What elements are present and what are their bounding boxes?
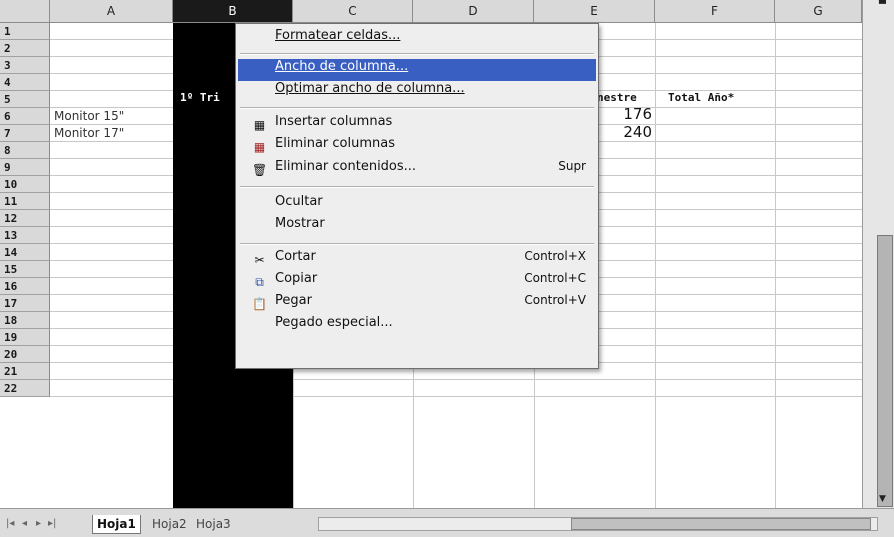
menu-item-insertar-columnas[interactable]: ▦ Insertar columnas (238, 114, 596, 136)
menu-item-label: Ancho de columna... (275, 59, 409, 74)
insert-columns-icon: ▦ (253, 118, 266, 132)
row-header[interactable]: 18 (0, 312, 50, 329)
column-header-a[interactable]: A (50, 0, 173, 23)
cell-e5[interactable]: 240 (600, 124, 652, 141)
row-header[interactable]: 5 (0, 91, 50, 108)
cell-e4[interactable]: 176 (600, 106, 652, 123)
menu-item-shortcut: Control+C (524, 271, 586, 285)
menu-item-label: Ocultar (275, 194, 323, 209)
copy-icon: ⧉ (255, 275, 264, 289)
row-header[interactable]: 13 (0, 227, 50, 244)
trash-icon: 🗑 (252, 163, 268, 177)
sheet-tab-hoja3[interactable]: Hoja3 (192, 515, 235, 533)
column-header-e[interactable]: E (534, 0, 655, 23)
column-header-f[interactable]: F (655, 0, 775, 23)
spreadsheet[interactable]: A B C D E F G 1 2 3 4 5 6 7 8 9 10 11 12 13 14 15 16 17 1… (0, 0, 894, 537)
menu-item-label: Mostrar (275, 216, 325, 231)
horizontal-scrollbar[interactable] (318, 517, 878, 531)
row-header[interactable]: 15 (0, 261, 50, 278)
row-header[interactable]: 3 (0, 57, 50, 74)
cell-a5[interactable]: Monitor 17" (54, 125, 172, 142)
last-sheet-icon[interactable]: ▸| (48, 518, 58, 530)
menu-item-formatear-celdas[interactable]: Formatear celdas... (238, 28, 596, 50)
menu-item-shortcut: Control+X (524, 249, 586, 263)
row-header[interactable]: 9 (0, 159, 50, 176)
horizontal-scroll-thumb[interactable] (571, 518, 871, 530)
row-header[interactable]: 14 (0, 244, 50, 261)
column-header-c[interactable]: C (293, 0, 413, 23)
sheet-tab-hoja2[interactable]: Hoja2 (148, 515, 191, 533)
row-header[interactable]: 4 (0, 74, 50, 91)
cell-a4[interactable]: Monitor 15" (54, 108, 172, 125)
menu-item-shortcut: Supr (558, 159, 586, 173)
delete-columns-icon: ▦ (253, 140, 266, 154)
column-header-g[interactable]: G (775, 0, 862, 23)
cell-b3[interactable]: 1º Tri (180, 91, 240, 108)
paste-icon: 📋 (252, 297, 267, 311)
row-header[interactable]: 16 (0, 278, 50, 295)
row-header[interactable]: 6 (0, 108, 50, 125)
menu-item-label: Copiar (275, 271, 318, 286)
menu-item-label: Eliminar columnas (275, 136, 395, 151)
column-context-menu: Formatear celdas... Ancho de columna... … (235, 23, 599, 369)
cell-f3[interactable]: Total Año* (668, 91, 768, 108)
sheet-tab-bar: |◂ ◂ ▸ ▸| Hoja1 Hoja2 Hoja3 (0, 508, 894, 537)
prev-sheet-icon[interactable]: ◂ (22, 518, 32, 530)
menu-item-cortar[interactable]: ✂ Cortar Control+X (238, 249, 596, 271)
row-header[interactable]: 17 (0, 295, 50, 312)
menu-item-pegar[interactable]: 📋 Pegar Control+V (238, 293, 596, 315)
menu-item-label: Cortar (275, 249, 316, 264)
vertical-scroll-thumb[interactable] (877, 235, 893, 507)
menu-item-label: Eliminar contenidos... (275, 159, 417, 174)
menu-item-optimar-ancho[interactable]: Optimar ancho de columna... (238, 81, 596, 103)
row-header[interactable]: 22 (0, 380, 50, 397)
grid-line (50, 379, 862, 380)
menu-item-eliminar-columnas[interactable]: ▦ Eliminar columnas (238, 136, 596, 158)
scissors-icon: ✂ (254, 253, 265, 267)
select-all-corner[interactable] (0, 0, 50, 23)
row-header[interactable]: 1 (0, 23, 50, 40)
row-header[interactable]: 7 (0, 125, 50, 142)
next-sheet-icon[interactable]: ▸ (36, 518, 46, 530)
row-header[interactable]: 19 (0, 329, 50, 346)
row-header[interactable]: 10 (0, 176, 50, 193)
column-header-b[interactable]: B (173, 0, 293, 23)
menu-item-pegado-especial[interactable]: Pegado especial... (238, 315, 596, 337)
menu-item-label: Formatear celdas... (275, 28, 401, 43)
menu-item-label: Insertar columnas (275, 114, 393, 129)
row-header[interactable]: 2 (0, 40, 50, 57)
menu-item-label: Optimar ancho de columna... (275, 81, 465, 96)
row-header[interactable]: 8 (0, 142, 50, 159)
menu-item-label: Pegado especial... (275, 315, 393, 330)
menu-item-ancho-de-columna[interactable]: Ancho de columna... (238, 59, 596, 81)
row-header[interactable]: 20 (0, 346, 50, 363)
menu-item-ocultar[interactable]: Ocultar (238, 194, 596, 216)
menu-item-eliminar-contenidos[interactable]: 🗑 Eliminar contenidos... Supr (238, 159, 596, 181)
first-sheet-icon[interactable]: |◂ (6, 518, 16, 530)
column-header-d[interactable]: D (413, 0, 534, 23)
row-header[interactable]: 12 (0, 210, 50, 227)
vertical-scrollbar[interactable]: ▀ ▼ (862, 0, 894, 508)
row-header[interactable]: 11 (0, 193, 50, 210)
scroll-down-arrow-icon[interactable]: ▼ (879, 494, 886, 504)
sheet-tab-hoja1[interactable]: Hoja1 (92, 515, 141, 534)
row-header[interactable]: 21 (0, 363, 50, 380)
menu-item-copiar[interactable]: ⧉ Copiar Control+C (238, 271, 596, 293)
grid-line (50, 396, 862, 397)
menu-item-mostrar[interactable]: Mostrar (238, 216, 596, 238)
menu-item-label: Pegar (275, 293, 312, 308)
scroll-up-arrow-icon[interactable]: ▀ (879, 0, 886, 10)
menu-item-shortcut: Control+V (524, 293, 586, 307)
